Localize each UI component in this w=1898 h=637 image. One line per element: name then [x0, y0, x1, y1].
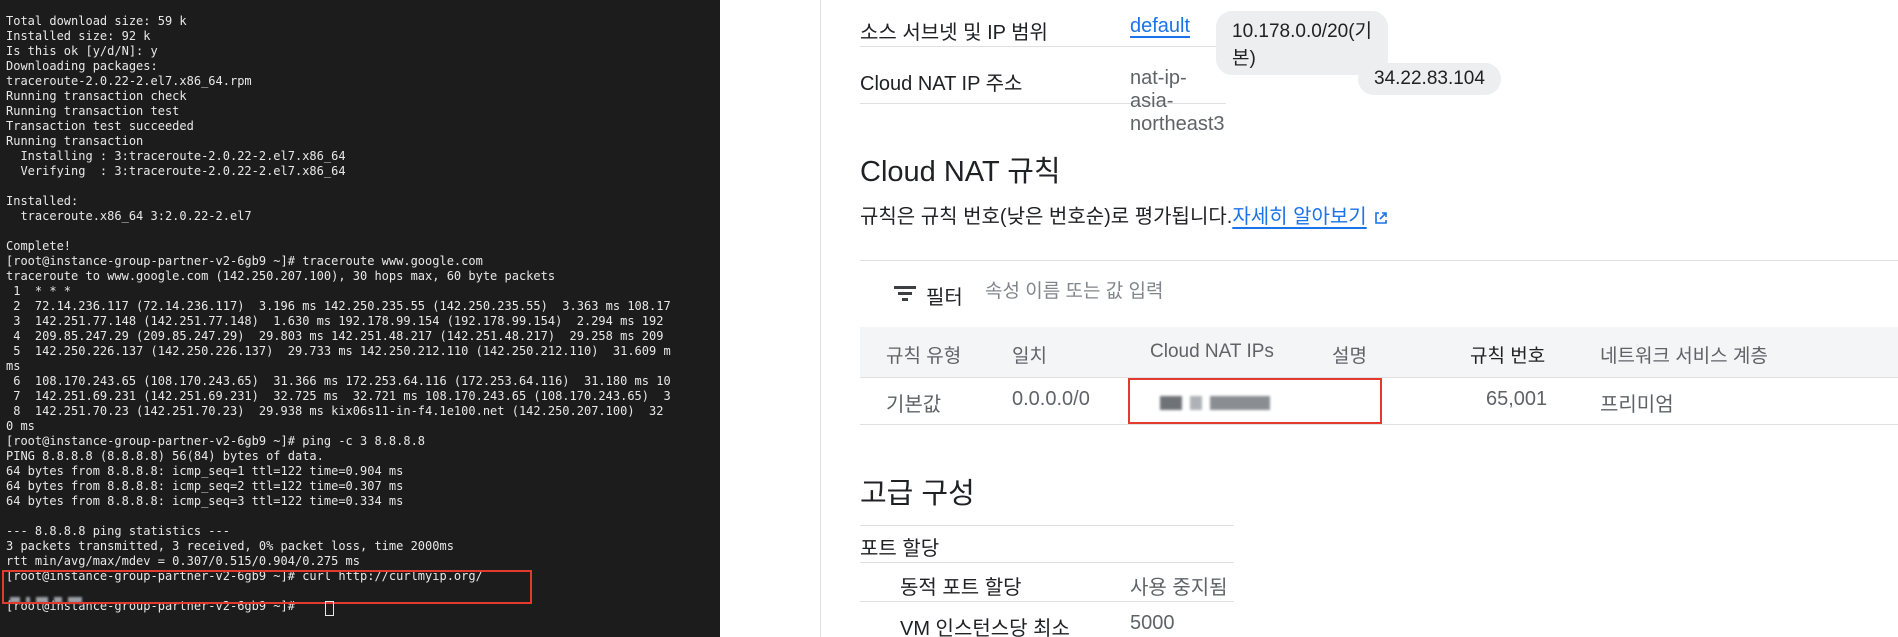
col-rule-type[interactable]: 규칙 유형 — [886, 341, 961, 368]
terminal-line: 7 142.251.69.231 (142.251.69.231) 32.725… — [6, 389, 671, 403]
dynamic-port-value: 사용 중지됨 — [1130, 577, 1228, 599]
min-ports-label: VM 인스턴스당 최소 — [900, 618, 1070, 637]
min-ports-row: VM 인스턴스당 최소 5000 — [860, 602, 1234, 637]
terminal-line: 5 142.250.226.137 (142.250.226.137) 29.7… — [6, 344, 671, 358]
nat-ip-name: nat-ip-asia-northeast3 — [1130, 67, 1225, 135]
advanced-config-table: 포트 할당 동적 포트 할당 사용 중지됨 VM 인스턴스당 최소 5000 — [860, 525, 1234, 637]
filter-label: 필터 — [926, 287, 963, 309]
terminal-line: Running transaction test — [6, 104, 180, 118]
terminal-line: Running transaction — [6, 134, 144, 148]
terminal-line: 2 72.14.236.117 (72.14.236.117) 3.196 ms… — [6, 299, 671, 313]
terminal-line: 64 bytes from 8.8.8.8: icmp_seq=2 ttl=12… — [6, 479, 404, 493]
cell-rule-type: 기본값 — [886, 394, 942, 416]
terminal-line: Running transaction check — [6, 89, 187, 103]
terminal-line: 3 packets transmitted, 3 received, 0% pa… — [6, 539, 454, 553]
terminal-line: Transaction test succeeded — [6, 119, 194, 133]
port-allocation-label: 포트 할당 — [860, 538, 940, 560]
rules-table-header: 규칙 유형 일치 Cloud NAT IPs 설명 규칙 번호 네트워크 서비스… — [860, 327, 1898, 378]
nat-ip-label: Cloud NAT IP 주소 — [860, 73, 1023, 95]
nat-rules-description: 규칙은 규칙 번호(낮은 번호순)로 평가됩니다.자세히 알아보기 — [860, 200, 1388, 229]
terminal-line: 0 ms — [6, 419, 35, 433]
nat-ip-row: Cloud NAT IP 주소 nat-ip-asia-northeast3 3… — [860, 47, 1501, 135]
terminal-cursor — [325, 601, 334, 616]
cell-rule-number: 65,001 — [1486, 388, 1548, 410]
col-nat-ips[interactable]: Cloud NAT IPs — [1150, 341, 1274, 363]
col-network-tier[interactable]: 네트워크 서비스 계층 — [1600, 341, 1768, 368]
terminal-line: 4 209.85.247.29 (209.85.247.29) 29.803 m… — [6, 329, 664, 343]
terminal-line: PING 8.8.8.8 (8.8.8.8) 56(84) bytes of d… — [6, 449, 324, 463]
terminal-line: 3 142.251.77.148 (142.251.77.148) 1.630 … — [6, 314, 664, 328]
min-ports-value: 5000 — [1130, 612, 1175, 634]
dynamic-port-label: 동적 포트 할당 — [900, 577, 1022, 599]
col-description[interactable]: 설명 — [1332, 341, 1367, 368]
advanced-config-title: 고급 구성 — [860, 478, 975, 510]
terminal-line: 1 * * * — [6, 284, 72, 298]
external-link-icon[interactable] — [1374, 211, 1388, 225]
port-allocation-header: 포트 할당 — [860, 525, 1234, 563]
terminal-line: rtt min/avg/max/mdev = 0.307/0.515/0.904… — [6, 554, 361, 568]
terminal-line: --- 8.8.8.8 ping statistics --- — [6, 524, 230, 538]
source-subnet-row: 소스 서브넷 및 IP 범위 default 10.178.0.0/20(기본) — [860, 0, 1389, 75]
terminal-line: Installed: — [6, 194, 79, 208]
terminal-line: Installed size: 92 k — [6, 29, 151, 43]
terminal-window[interactable]: Total download size: 59 k Installed size:… — [0, 0, 720, 637]
terminal-line: ms — [6, 359, 21, 373]
terminal-line: 8 142.251.70.23 (142.251.70.23) 29.938 m… — [6, 404, 664, 418]
nat-ip-cell-highlight — [1128, 378, 1382, 424]
terminal-line: 64 bytes from 8.8.8.8: icmp_seq=3 ttl=12… — [6, 494, 404, 508]
nat-rules-title: Cloud NAT 규칙 — [860, 156, 1061, 188]
dynamic-port-row: 동적 포트 할당 사용 중지됨 — [860, 563, 1234, 602]
cell-network-tier: 프리미엄 — [1600, 394, 1674, 416]
panel-divider — [820, 0, 821, 637]
terminal-line: Complete! — [6, 239, 72, 253]
terminal-line: Verifying : 3:traceroute-2.0.22-2.el7.x8… — [6, 164, 346, 178]
source-subnet-link[interactable]: default — [1130, 15, 1190, 38]
curl-command-highlight — [2, 570, 532, 604]
terminal-line: [root@instance-group-partner-v2-6gb9 ~]#… — [6, 434, 426, 448]
terminal-line: Is this ok [y/d/N]: y — [6, 44, 158, 58]
terminal-line: Downloading packages: — [6, 59, 158, 73]
terminal-line: [root@instance-group-partner-v2-6gb9 ~]#… — [6, 254, 483, 268]
filter-bar: 필터 — [860, 260, 1898, 328]
source-subnet-label: 소스 서브넷 및 IP 범위 — [860, 22, 1048, 44]
terminal-line: traceroute to www.google.com (142.250.20… — [6, 269, 556, 283]
terminal-line: 64 bytes from 8.8.8.8: icmp_seq=1 ttl=12… — [6, 464, 404, 478]
nat-ip-chip: 34.22.83.104 — [1358, 63, 1501, 95]
col-match[interactable]: 일치 — [1012, 341, 1047, 368]
terminal-line: traceroute-2.0.22-2.el7.x86_64.rpm — [6, 74, 252, 88]
cell-match: 0.0.0.0/0 — [1012, 388, 1090, 410]
filter-icon[interactable] — [894, 286, 916, 302]
learn-more-link[interactable]: 자세히 알아보기 — [1232, 206, 1366, 228]
col-rule-number[interactable]: 규칙 번호 — [1470, 341, 1545, 368]
filter-input[interactable] — [985, 281, 1385, 303]
nat-rules-description-text: 규칙은 규칙 번호(낮은 번호순)로 평가됩니다. — [860, 206, 1233, 228]
terminal-line: traceroute.x86_64 3:2.0.22-2.el7 — [6, 209, 252, 223]
source-subnet-chip: 10.178.0.0/20(기본) — [1216, 11, 1389, 75]
cloud-console-panel: 소스 서브넷 및 IP 범위 default 10.178.0.0/20(기본)… — [720, 0, 1898, 637]
terminal-line: Total download size: 59 k — [6, 14, 187, 28]
terminal-line: Installing : 3:traceroute-2.0.22-2.el7.x… — [6, 149, 346, 163]
terminal-line: 6 108.170.243.65 (108.170.243.65) 31.366… — [6, 374, 671, 388]
terminal-output: Total download size: 59 k Installed size:… — [6, 14, 671, 614]
